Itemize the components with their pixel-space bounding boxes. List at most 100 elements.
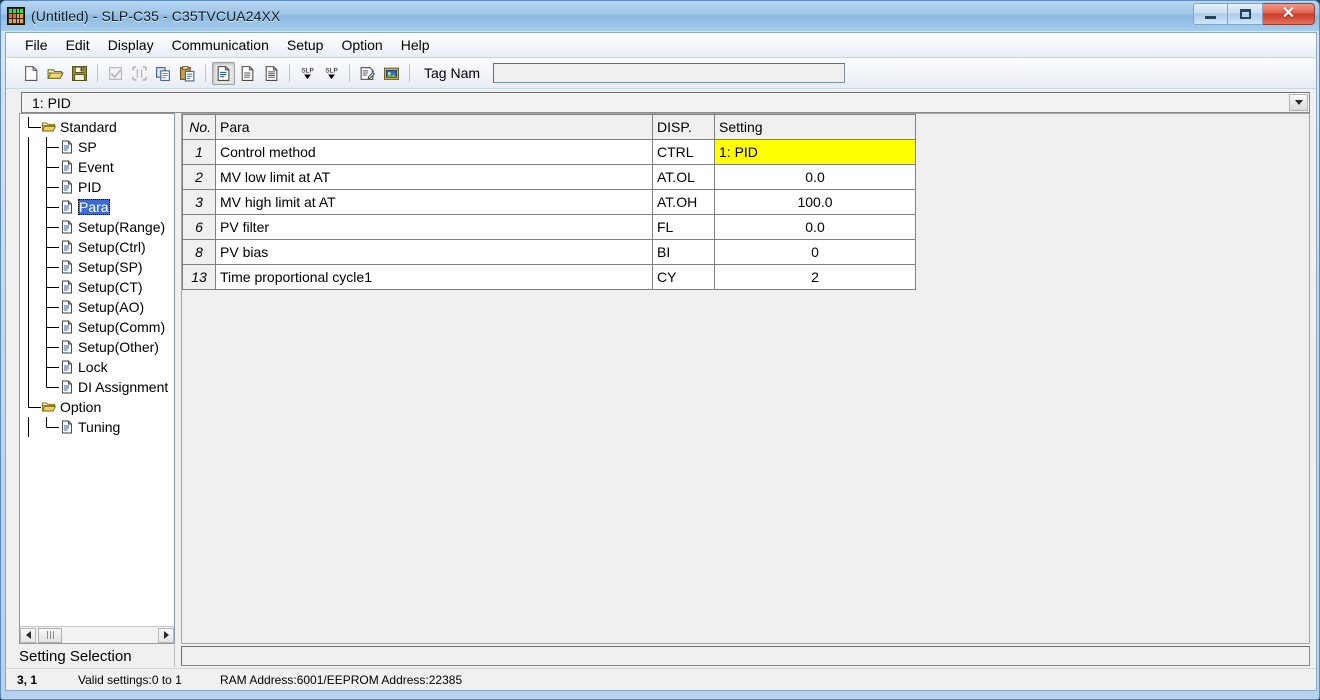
tree-connector [20, 337, 60, 357]
cell-disp[interactable]: FL [652, 214, 715, 240]
table-row[interactable]: 13 Time proportional cycle1 CY 2 [182, 264, 916, 290]
select-frame-button[interactable] [128, 62, 151, 85]
cell-disp[interactable]: AT.OH [652, 189, 715, 215]
tree-item-setup-ctrl[interactable]: Setup(Ctrl) [20, 237, 174, 257]
parameter-selector-value: 1: PID [32, 94, 71, 111]
tree-connector [20, 417, 60, 437]
cell-setting[interactable]: 2 [714, 264, 916, 290]
document-list-button[interactable] [212, 61, 235, 85]
tree-item-event[interactable]: Event [20, 157, 174, 177]
slp-upload-button[interactable]: SLP [320, 62, 343, 85]
svg-text:SLP: SLP [325, 67, 338, 74]
cell-para[interactable]: MV low limit at AT [215, 164, 653, 190]
copy-button[interactable] [152, 62, 175, 85]
scrollbar-track[interactable] [36, 627, 158, 643]
document-detail-button[interactable] [236, 62, 259, 85]
maximize-button[interactable] [1228, 3, 1263, 25]
tree-item-setup-ao[interactable]: Setup(AO) [20, 297, 174, 317]
tree-connector [20, 117, 42, 137]
check-button[interactable] [104, 62, 127, 85]
cell-setting[interactable]: 100.0 [714, 189, 916, 215]
cell-para[interactable]: PV bias [215, 239, 653, 265]
column-header-para[interactable]: Para [215, 114, 653, 140]
cell-no[interactable]: 2 [182, 164, 216, 190]
arrow-left-icon [25, 631, 31, 639]
menu-communication[interactable]: Communication [163, 35, 278, 55]
tree-connector [20, 297, 60, 317]
scroll-right-button[interactable] [158, 627, 174, 643]
open-file-button[interactable] [44, 62, 67, 85]
cell-disp[interactable]: CY [652, 264, 715, 290]
tree-item-setup-other[interactable]: Setup(Other) [20, 337, 174, 357]
toolbar-separator [97, 64, 98, 82]
column-header-setting[interactable]: Setting [714, 114, 916, 140]
cell-disp[interactable]: CTRL [652, 139, 715, 165]
tree-item-tuning[interactable]: Tuning [20, 417, 174, 437]
cell-no[interactable]: 1 [182, 139, 216, 165]
setting-selection-input[interactable] [181, 646, 1310, 666]
tree-item-setup-ct[interactable]: Setup(CT) [20, 277, 174, 297]
navigation-tree-panel: Standard SP Event PID Para Setup(Range) Setup(… [19, 113, 175, 644]
cell-para[interactable]: PV filter [215, 214, 653, 240]
tree-item-sp[interactable]: SP [20, 137, 174, 157]
parameter-selector-dropdown-button[interactable] [1289, 94, 1308, 111]
cell-para[interactable]: Control method [215, 139, 653, 165]
slp-download-button[interactable]: SLP [296, 62, 319, 85]
cell-setting[interactable]: 0.0 [714, 214, 916, 240]
scroll-left-button[interactable] [20, 627, 36, 643]
menu-display[interactable]: Display [99, 35, 163, 55]
slp-upload-icon: SLP [325, 67, 338, 79]
cell-para[interactable]: Time proportional cycle1 [215, 264, 653, 290]
column-header-no[interactable]: No. [182, 114, 216, 140]
properties-icon [360, 66, 376, 80]
tree-item-para[interactable]: Para [20, 197, 174, 217]
cell-no[interactable]: 8 [182, 239, 216, 265]
tree-item-setup-comm[interactable]: Setup(Comm) [20, 317, 174, 337]
menu-edit[interactable]: Edit [57, 35, 99, 55]
cell-no[interactable]: 13 [182, 264, 216, 290]
tree-item-setup-range[interactable]: Setup(Range) [20, 217, 174, 237]
paste-button[interactable] [176, 62, 199, 85]
cell-setting[interactable]: 0.0 [714, 164, 916, 190]
cell-disp[interactable]: AT.OL [652, 164, 715, 190]
table-header-row: No. Para DISP. Setting [182, 114, 916, 140]
parameter-selector[interactable]: 1: PID [21, 92, 1310, 113]
close-button[interactable]: ✕ [1263, 3, 1315, 25]
table-row[interactable]: 8 PV bias BI 0 [182, 239, 916, 265]
tree-horizontal-scrollbar[interactable] [20, 626, 174, 643]
new-file-button[interactable] [20, 62, 43, 85]
tree-item-pid[interactable]: PID [20, 177, 174, 197]
device-image-button[interactable] [380, 62, 403, 85]
document-text-button[interactable] [260, 62, 283, 85]
table-row[interactable]: 6 PV filter FL 0.0 [182, 214, 916, 240]
tree-item-option[interactable]: Option [20, 397, 174, 417]
cell-no[interactable]: 3 [182, 189, 216, 215]
save-button[interactable] [68, 62, 91, 85]
setting-selection-label: Setting Selection [19, 645, 175, 667]
cell-setting[interactable]: 0 [714, 239, 916, 265]
tag-name-input[interactable] [493, 63, 845, 83]
menu-option[interactable]: Option [332, 35, 391, 55]
tree-item-standard[interactable]: Standard [20, 117, 174, 137]
cell-para[interactable]: MV high limit at AT [215, 189, 653, 215]
document-icon [62, 320, 72, 334]
cell-setting[interactable]: 1: PID [714, 139, 916, 165]
menu-help[interactable]: Help [392, 35, 439, 55]
tree-item-setup-sp[interactable]: Setup(SP) [20, 257, 174, 277]
column-header-disp[interactable]: DISP. [652, 114, 715, 140]
tree-item-di-assignment[interactable]: DI Assignment [20, 377, 174, 397]
tree-item-label: Setup(Comm) [78, 319, 166, 335]
cell-disp[interactable]: BI [652, 239, 715, 265]
table-row[interactable]: 1 Control method CTRL 1: PID [182, 139, 916, 165]
scrollbar-thumb[interactable] [38, 627, 62, 643]
document-icon [62, 360, 72, 374]
navigation-tree[interactable]: Standard SP Event PID Para Setup(Range) Setup(… [20, 114, 174, 626]
tree-item-lock[interactable]: Lock [20, 357, 174, 377]
menu-setup[interactable]: Setup [278, 35, 333, 55]
properties-button[interactable] [356, 62, 379, 85]
table-row[interactable]: 3 MV high limit at AT AT.OH 100.0 [182, 189, 916, 215]
minimize-button[interactable] [1193, 3, 1228, 25]
table-row[interactable]: 2 MV low limit at AT AT.OL 0.0 [182, 164, 916, 190]
menu-file[interactable]: File [16, 35, 57, 55]
cell-no[interactable]: 6 [182, 214, 216, 240]
